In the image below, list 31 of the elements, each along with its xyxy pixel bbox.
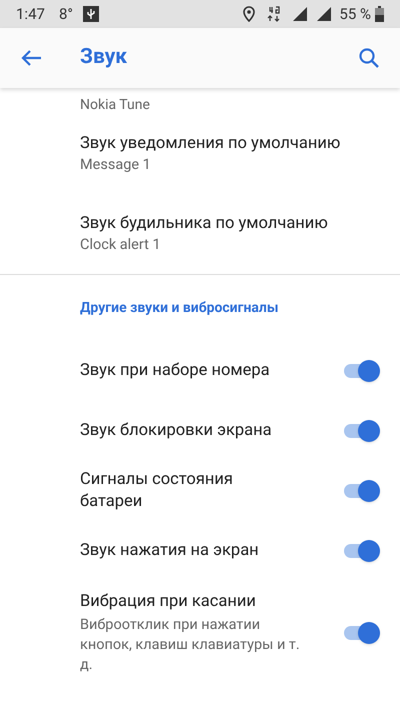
battery-text: 55 % (339, 4, 371, 25)
network-4g-icon (267, 6, 282, 22)
clock-text: 1:47 (16, 4, 45, 25)
toggle-row[interactable]: Звук блокировки экрана (0, 401, 400, 461)
setting-label: Вибрация при касании (80, 591, 257, 613)
signal-icon (293, 7, 308, 21)
item-title: Звук уведомления по умолчанию (80, 133, 342, 155)
settings-item[interactable]: Звук уведомления по умолчанию Message 1 (0, 114, 400, 194)
item-subtitle: Message 1 (80, 155, 152, 175)
battery-icon (375, 6, 384, 22)
item-subtitle: Nokia Tune (80, 96, 150, 114)
temperature-text: 8° (58, 4, 73, 25)
screen-title: Звук (80, 44, 128, 72)
setting-label: Звук нажатия на экран (80, 540, 260, 562)
usb-icon (82, 6, 99, 22)
search-icon[interactable] (358, 47, 380, 69)
back-arrow-icon[interactable] (20, 49, 42, 67)
setting-label: Сигналы состояния батареи (80, 469, 234, 513)
item-subtitle: Clock alert 1 (80, 235, 162, 255)
section-header: Другие звуки и вибросигналы (80, 298, 278, 318)
toggle-row[interactable]: Сигналы состояния батареи (0, 461, 400, 521)
signal-icon (317, 7, 332, 21)
toggle-row[interactable]: Вибрация при касании Виброотклик при нажатии кнопок, клавиш клавиатуры и т. д. (0, 581, 400, 685)
settings-item[interactable]: Звук будильника по умолчанию Clock alert 1 (0, 194, 400, 274)
item-title: Звук будильника по умолчанию (80, 213, 329, 235)
setting-label: Звук при наборе номера (80, 360, 271, 382)
setting-label: Звук блокировки экрана (80, 420, 273, 442)
toggle-row[interactable]: Звук нажатия на экран (0, 521, 400, 581)
setting-description: Виброотклик при нажатии кнопок, клавиш клавиатуры и т. д. (80, 615, 300, 675)
location-icon (243, 6, 256, 22)
toggle-row[interactable]: Звук при наборе номера (0, 341, 400, 401)
